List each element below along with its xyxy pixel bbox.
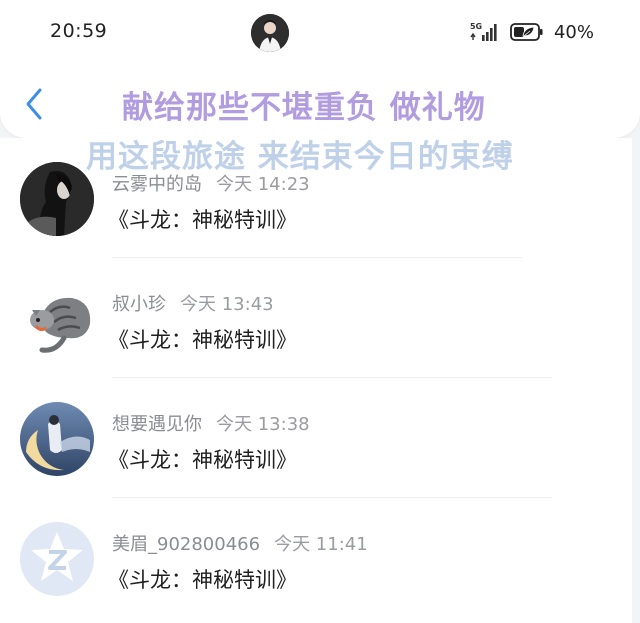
message-text: 《斗龙：神秘特训》 xyxy=(108,208,297,232)
message-time: 今天 13:38 xyxy=(216,414,310,435)
message-time: 今天 14:23 xyxy=(216,174,310,195)
avatar[interactable] xyxy=(20,402,94,476)
signal-bars-icon xyxy=(470,24,497,41)
message-meta: 美眉_902800466 今天 11:41 xyxy=(112,530,368,556)
chevron-left-icon xyxy=(26,88,42,120)
message-item[interactable]: 想要遇见你 今天 13:38 《斗龙：神秘特训》 xyxy=(0,378,632,498)
cat-avatar-icon xyxy=(20,282,94,356)
battery-percent: 40% xyxy=(553,21,594,43)
message-time: 今天 13:43 xyxy=(180,294,274,315)
sender-name: 叔小珍 xyxy=(112,294,166,315)
scrollbar-track[interactable] xyxy=(632,138,640,623)
message-item[interactable]: 美眉_902800466 今天 11:41 《斗龙：神秘特训》 xyxy=(0,498,632,618)
avatar[interactable] xyxy=(20,282,94,356)
message-text: 《斗龙：神秘特训》 xyxy=(108,448,297,472)
message-meta: 叔小珍 今天 13:43 xyxy=(112,290,274,316)
avatar[interactable] xyxy=(20,522,94,596)
cellular-signal-icon: 5G xyxy=(470,22,500,42)
moon-girl-avatar-icon xyxy=(20,402,94,476)
back-button[interactable] xyxy=(22,86,46,122)
status-bar: 20:59 5G 40% xyxy=(0,0,640,66)
status-icons: 5G 40% xyxy=(470,21,594,43)
status-avatar xyxy=(251,14,289,52)
girl-portrait-avatar-icon xyxy=(20,162,94,236)
sender-name: 云雾中的岛 xyxy=(112,174,202,195)
battery-icon xyxy=(510,23,543,41)
message-time: 今天 11:41 xyxy=(274,534,368,555)
overlay-caption-line-2: 用这段旅途 来结束今日的束缚 xyxy=(86,139,514,175)
sender-name: 想要遇见你 xyxy=(112,414,202,435)
message-item[interactable]: 叔小珍 今天 13:43 《斗龙：神秘特训》 xyxy=(0,258,632,378)
status-time: 20:59 xyxy=(50,20,108,42)
message-list[interactable]: 云雾中的岛 今天 14:23 《斗龙：神秘特训》 叔小珍 今天 13:43 《斗… xyxy=(0,138,632,623)
app-screen: 20:59 5G 40% 云雾中的岛 今天 14:23 《斗龙：神秘特训》 叔小… xyxy=(0,0,640,623)
message-meta: 想要遇见你 今天 13:38 xyxy=(112,410,310,436)
person-avatar-icon xyxy=(251,14,289,52)
overlay-caption-line-1: 献给那些不堪重负 做礼物 xyxy=(122,90,486,126)
message-text: 《斗龙：神秘特训》 xyxy=(108,568,297,592)
avatar[interactable] xyxy=(20,162,94,236)
sender-name: 美眉_902800466 xyxy=(112,534,261,555)
default-star-avatar-icon xyxy=(20,522,94,596)
message-text: 《斗龙：神秘特训》 xyxy=(108,328,297,352)
